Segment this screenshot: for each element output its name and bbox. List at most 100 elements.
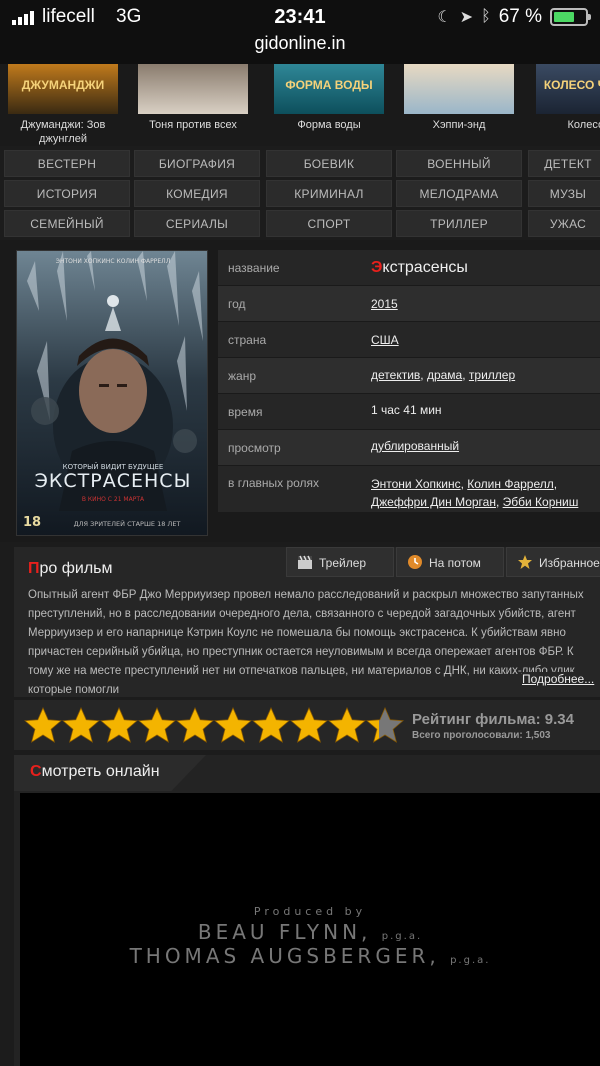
label-duration: время	[228, 405, 263, 419]
genre-button[interactable]: ВЕСТЕРН	[4, 150, 130, 177]
thumb-image: ДЖУМАНДЖИ	[8, 64, 118, 114]
thumb-image: КОЛЕСО ЧУДЕС	[536, 64, 600, 114]
thumb-image	[404, 64, 514, 114]
genre-button[interactable]: БОЕВИК	[266, 150, 392, 177]
battery-percent: 67 %	[498, 6, 542, 27]
movie-title: Экстрасенсы	[371, 259, 468, 276]
poster-actors: ЭНТОНИ ХОПКИНС КОЛИН ФАРРЕЛЛ	[56, 258, 170, 265]
rating-star[interactable]	[176, 707, 214, 743]
row-cast: в главных ролях Энтони Хопкинс, Колин Фа…	[218, 466, 600, 512]
thumb-poster-text: ДЖУМАНДЖИ	[21, 78, 105, 92]
genre-button[interactable]: УЖАС	[528, 210, 600, 237]
genre-link[interactable]: триллер	[469, 368, 515, 382]
thumb-title: Форма воды	[297, 119, 361, 131]
genre-button[interactable]: ТРИЛЛЕР	[396, 210, 522, 237]
rating-star[interactable]	[366, 707, 404, 743]
genre-button[interactable]: КРИМИНАЛ	[266, 180, 392, 207]
genre-button[interactable]: КОМЕДИЯ	[134, 180, 260, 207]
moon-icon: ☾	[437, 9, 452, 26]
label-title: название	[228, 261, 280, 275]
genre-button[interactable]: СЕРИАЛЫ	[134, 210, 260, 237]
movie-thumb[interactable]: ФОРМА ВОДЫ Форма воды	[266, 64, 392, 146]
rating-star[interactable]	[214, 707, 252, 743]
movie-thumb[interactable]: Хэппи-энд	[396, 64, 522, 146]
genre-links: детектив, драма, триллер	[371, 368, 516, 382]
vote-count: Всего проголосовали: 1,503	[412, 730, 551, 741]
genre-button[interactable]: ВОЕННЫЙ	[396, 150, 522, 177]
rating-star[interactable]	[62, 707, 100, 743]
thumb-image: ФОРМА ВОДЫ	[274, 64, 384, 114]
genre-button[interactable]: МУЗЫ	[528, 180, 600, 207]
poster-title: ЭКСТРАСЕНСЫ	[35, 470, 192, 492]
year-link[interactable]: 2015	[371, 297, 398, 311]
movie-thumb[interactable]: КОЛЕСО ЧУДЕС Колесо Ч	[528, 64, 600, 146]
credit-producer-2: THOMAS AUGSBERGER, p.g.a.	[129, 944, 491, 968]
star-icon	[518, 555, 532, 569]
video-player[interactable]: Produced by BEAU FLYNN, p.g.a. THOMAS AU…	[20, 793, 600, 1066]
thumb-title: Хэппи-энд	[432, 119, 486, 131]
battery-icon	[550, 8, 591, 26]
watch-title: Смотреть онлайн	[30, 763, 160, 780]
thumb-poster-text: ФОРМА ВОДЫ	[285, 78, 373, 92]
view-link[interactable]: дублированный	[371, 439, 459, 453]
thumb-image	[138, 64, 248, 114]
label-genre: жанр	[228, 369, 257, 383]
age-rating: 18	[23, 515, 41, 530]
genre-button[interactable]: СПОРТ	[266, 210, 392, 237]
rating-stars[interactable]	[24, 707, 404, 743]
row-title: название Экстрасенсы	[218, 250, 600, 285]
label-year: год	[228, 297, 246, 311]
movie-thumb[interactable]: Тоня против всех	[130, 64, 256, 146]
actor-link[interactable]: Джеффри Дин Морган	[371, 495, 496, 509]
row-year: год 2015	[218, 286, 600, 321]
thumb-poster-text: КОЛЕСО ЧУДЕС	[543, 78, 600, 92]
actor-link[interactable]: Энтони Хопкинс	[371, 477, 461, 491]
movie-carousel: ДЖУМАНДЖИ Джуманджи: Зов джунглей Тоня про…	[0, 64, 600, 146]
address-bar[interactable]: gidonline.in	[0, 33, 600, 54]
thumb-title: Колесо Ч	[567, 119, 600, 131]
credit-produced-by: Produced by	[253, 905, 367, 918]
genre-button[interactable]: БИОГРАФИЯ	[134, 150, 260, 177]
genre-link[interactable]: драма	[427, 368, 462, 382]
poster-age-note: ДЛЯ ЗРИТЕЛЕЙ СТАРШЕ 18 ЛЕТ	[74, 519, 181, 528]
rating-star[interactable]	[100, 707, 138, 743]
rating-label: Рейтинг фильма: 9.34	[412, 711, 574, 728]
rating-star[interactable]	[252, 707, 290, 743]
genre-link[interactable]: детектив	[371, 368, 420, 382]
label-cast: в главных ролях	[228, 476, 320, 490]
clapper-icon	[298, 555, 312, 569]
rating-star[interactable]	[328, 707, 366, 743]
actor-link[interactable]: Колин Фаррелл	[467, 477, 554, 491]
rating-star[interactable]	[290, 707, 328, 743]
row-view: просмотр дублированный	[218, 430, 600, 465]
later-icon	[408, 555, 422, 569]
country-link[interactable]: США	[371, 333, 399, 347]
genre-button[interactable]: МЕЛОДРАМА	[396, 180, 522, 207]
trailer-button[interactable]: Трейлер	[286, 547, 394, 577]
label-view: просмотр	[228, 441, 281, 455]
row-duration: время 1 час 41 мин	[218, 394, 600, 429]
rating-panel: Рейтинг фильма: 9.34 Всего проголосовали…	[14, 700, 600, 750]
genre-button[interactable]: СЕМЕЙНЫЙ	[4, 210, 130, 237]
thumb-title: Тоня против всех	[149, 119, 237, 131]
label-country: страна	[228, 333, 267, 347]
credit-producer-1: BEAU FLYNN, p.g.a.	[197, 920, 423, 944]
location-icon: ➤	[459, 9, 474, 26]
rating-star[interactable]	[138, 707, 176, 743]
bluetooth-icon: ᛒ	[481, 8, 491, 25]
about-title: Про фильм	[28, 560, 113, 577]
genre-button[interactable]: ДЕТЕКТ	[528, 150, 600, 177]
read-more-link[interactable]: Подробнее...	[522, 672, 600, 686]
favorites-button[interactable]: Избранное	[506, 547, 600, 577]
genre-button[interactable]: ИСТОРИЯ	[4, 180, 130, 207]
movie-poster: ЭНТОНИ ХОПКИНС КОЛИН ФАРРЕЛЛ КОТОРЫЙ ВИД…	[16, 250, 208, 536]
status-bar: lifecell 3G 23:41 ☾ ➤ ᛒ 67 % gidonline.i…	[0, 0, 600, 64]
watch-later-button[interactable]: На потом	[396, 547, 504, 577]
cast-links: Энтони Хопкинс, Колин Фаррелл, Джеффри Д…	[371, 477, 579, 509]
actor-link[interactable]: Эбби Корниш	[503, 495, 579, 509]
poster-release: В КИНО С 21 МАРТА	[82, 496, 145, 503]
rating-star[interactable]	[24, 707, 62, 743]
genre-menu: ВЕСТЕРН БИОГРАФИЯ БОЕВИК ВОЕННЫЙ ДЕТЕКТ ИСТОР…	[0, 150, 600, 238]
movie-thumb[interactable]: ДЖУМАНДЖИ Джуманджи: Зов джунглей	[0, 64, 126, 146]
duration-value: 1 час 41 мин	[371, 403, 442, 417]
